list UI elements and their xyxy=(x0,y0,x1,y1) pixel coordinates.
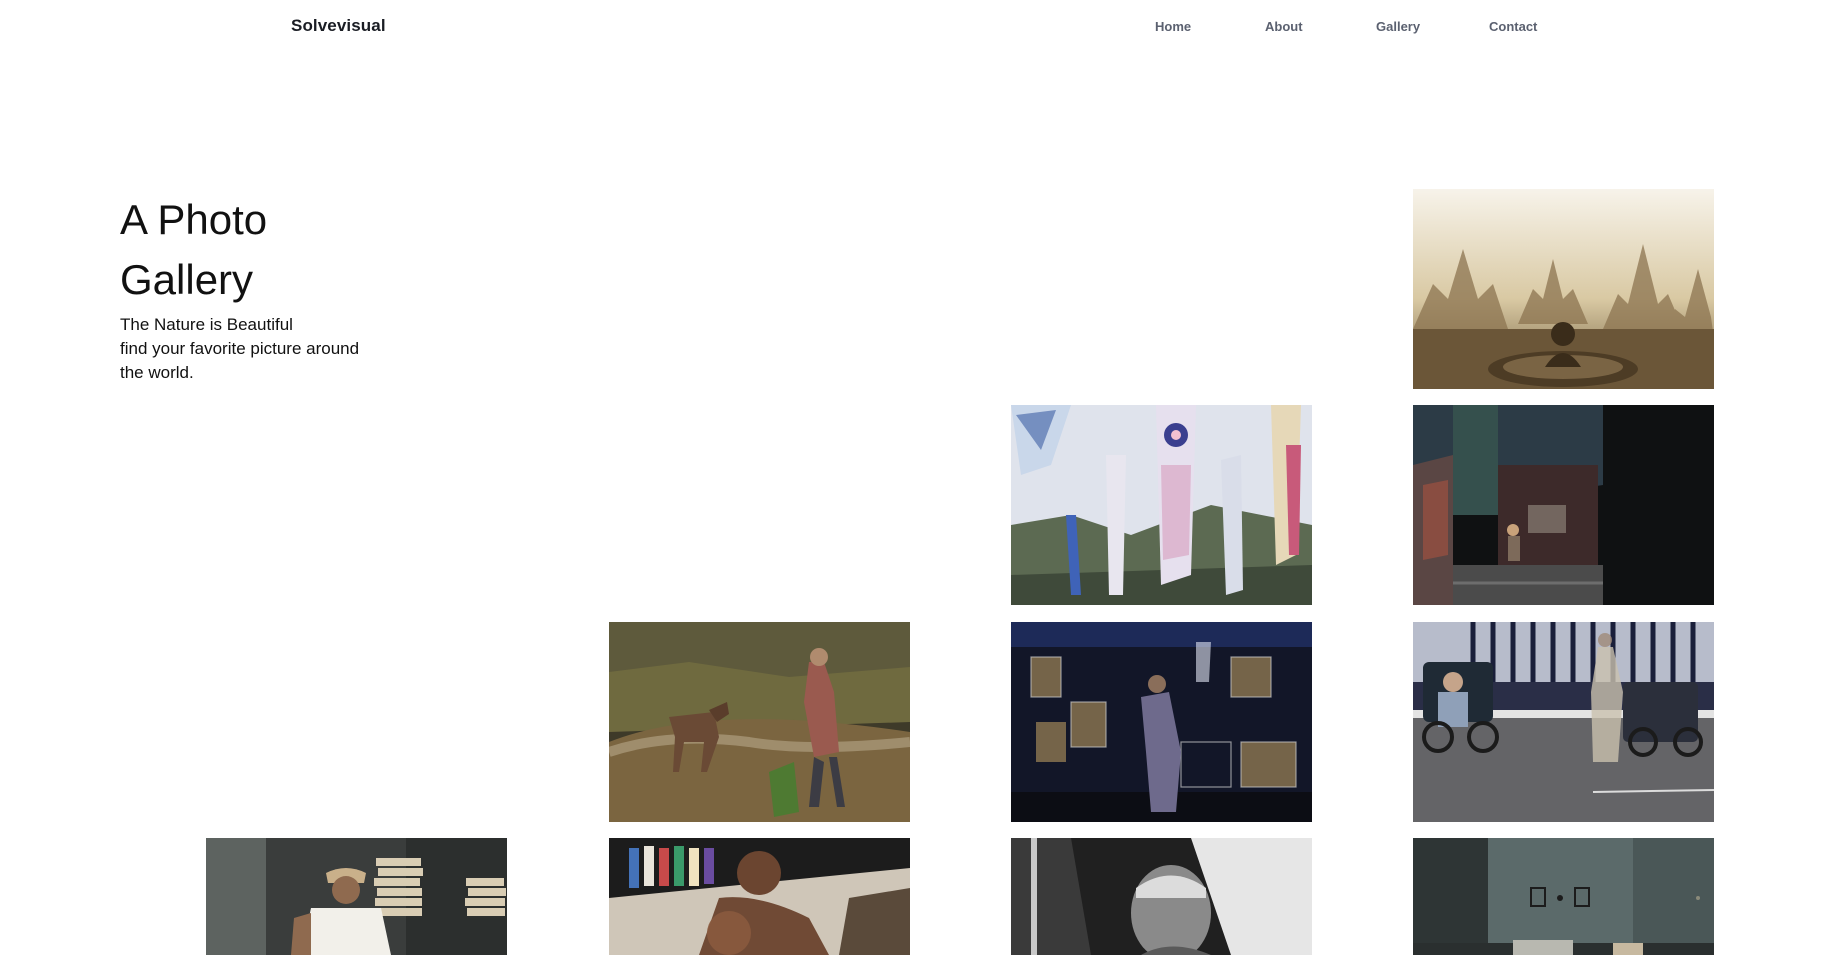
gallery-photo-temple[interactable] xyxy=(1413,189,1714,389)
doorway-image xyxy=(1413,405,1714,605)
hero-subtitle: The Nature is Beautiful find your favori… xyxy=(120,313,370,385)
hero-subtitle-line-2: find your favorite picture around the wo… xyxy=(120,339,360,382)
brand-logo[interactable]: Solvevisual xyxy=(291,16,386,36)
room-image xyxy=(1413,838,1714,955)
books-image xyxy=(206,838,507,955)
page: Solvevisual Home About Gallery Contact A… xyxy=(0,0,1835,955)
gallery-photo-horse[interactable] xyxy=(609,622,910,822)
horse-image xyxy=(609,622,910,822)
flags-image xyxy=(1011,405,1312,605)
nav-gallery-link[interactable]: Gallery xyxy=(1376,19,1420,34)
gallery-photo-books[interactable] xyxy=(206,838,507,955)
gallery-photo-room[interactable] xyxy=(1413,838,1714,955)
gallery-photo-doorway[interactable] xyxy=(1413,405,1714,605)
street-image xyxy=(1413,622,1714,822)
gallery-photo-hand[interactable] xyxy=(609,838,910,955)
gallery-photo-street[interactable] xyxy=(1413,622,1714,822)
page-title: A Photo Gallery xyxy=(120,196,268,303)
portrait-image xyxy=(1011,838,1312,955)
nav-contact-link[interactable]: Contact xyxy=(1489,19,1537,34)
nav-home-link[interactable]: Home xyxy=(1155,19,1191,34)
nav-about-link[interactable]: About xyxy=(1265,19,1303,34)
temple-image xyxy=(1413,189,1714,389)
hero-subtitle-line-1: The Nature is Beautiful xyxy=(120,315,293,334)
hand-image xyxy=(609,838,910,955)
gallery-photo-birds[interactable] xyxy=(1011,622,1312,822)
birds-image xyxy=(1011,622,1312,822)
gallery-photo-flags[interactable] xyxy=(1011,405,1312,605)
gallery-photo-portrait[interactable] xyxy=(1011,838,1312,955)
